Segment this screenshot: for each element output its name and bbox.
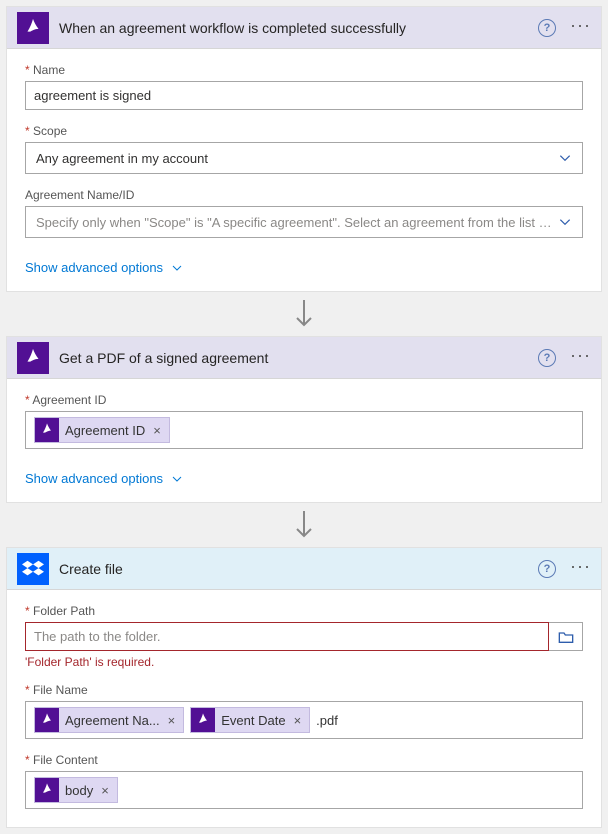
name-label: Name xyxy=(25,63,583,77)
remove-token-icon[interactable]: × xyxy=(166,713,178,728)
folder-path-error: 'Folder Path' is required. xyxy=(25,655,583,669)
token-agreement-id[interactable]: Agreement ID × xyxy=(34,417,170,443)
folder-path-label: Folder Path xyxy=(25,604,583,618)
scope-select[interactable]: Any agreement in my account xyxy=(25,142,583,174)
card-title: When an agreement workflow is completed … xyxy=(59,20,538,36)
step-create-file-card: Create file ? ··· Folder Path 'Folder Pa… xyxy=(6,547,602,828)
dropbox-icon xyxy=(17,553,49,585)
file-name-input[interactable]: Agreement Na... × Event Date × .pdf xyxy=(25,701,583,739)
file-content-label: File Content xyxy=(25,753,583,767)
scope-value: Any agreement in my account xyxy=(36,151,208,166)
flow-arrow-icon xyxy=(6,292,602,336)
more-menu-icon[interactable]: ··· xyxy=(570,561,591,577)
chevron-down-icon xyxy=(171,473,183,485)
card-title: Get a PDF of a signed agreement xyxy=(59,350,538,366)
card-header[interactable]: Get a PDF of a signed agreement ? ··· xyxy=(7,337,601,379)
chevron-down-icon xyxy=(171,262,183,274)
name-input[interactable] xyxy=(25,81,583,110)
more-menu-icon[interactable]: ··· xyxy=(570,350,591,366)
file-name-label: File Name xyxy=(25,683,583,697)
help-icon[interactable]: ? xyxy=(538,19,556,37)
file-content-input[interactable]: body × xyxy=(25,771,583,809)
adobe-sign-icon xyxy=(35,418,59,442)
folder-icon xyxy=(558,630,574,644)
show-advanced-link[interactable]: Show advanced options xyxy=(7,467,601,502)
show-advanced-link[interactable]: Show advanced options xyxy=(7,256,601,291)
step-get-pdf-card: Get a PDF of a signed agreement ? ··· Ag… xyxy=(6,336,602,503)
adobe-sign-icon xyxy=(35,708,59,732)
adobe-sign-icon xyxy=(17,342,49,374)
remove-token-icon[interactable]: × xyxy=(292,713,304,728)
file-extension: .pdf xyxy=(316,713,338,728)
card-header[interactable]: When an agreement workflow is completed … xyxy=(7,7,601,49)
remove-token-icon[interactable]: × xyxy=(151,423,163,438)
agreement-id-placeholder: Specify only when "Scope" is "A specific… xyxy=(36,215,552,230)
folder-picker-button[interactable] xyxy=(549,622,583,651)
folder-path-input[interactable] xyxy=(25,622,549,651)
step-trigger-card: When an agreement workflow is completed … xyxy=(6,6,602,292)
chevron-down-icon xyxy=(558,215,572,229)
token-event-date[interactable]: Event Date × xyxy=(190,707,310,733)
adobe-sign-icon xyxy=(191,708,215,732)
scope-label: Scope xyxy=(25,124,583,138)
agreement-id-label: Agreement ID xyxy=(25,393,583,407)
agreement-id-input[interactable]: Agreement ID × xyxy=(25,411,583,449)
help-icon[interactable]: ? xyxy=(538,349,556,367)
help-icon[interactable]: ? xyxy=(538,560,556,578)
card-title: Create file xyxy=(59,561,538,577)
token-body[interactable]: body × xyxy=(34,777,118,803)
agreement-id-label: Agreement Name/ID xyxy=(25,188,583,202)
token-agreement-name[interactable]: Agreement Na... × xyxy=(34,707,184,733)
adobe-sign-icon xyxy=(17,12,49,44)
flow-arrow-icon xyxy=(6,503,602,547)
remove-token-icon[interactable]: × xyxy=(99,783,111,798)
chevron-down-icon xyxy=(558,151,572,165)
card-header[interactable]: Create file ? ··· xyxy=(7,548,601,590)
agreement-id-select[interactable]: Specify only when "Scope" is "A specific… xyxy=(25,206,583,238)
more-menu-icon[interactable]: ··· xyxy=(570,20,591,36)
